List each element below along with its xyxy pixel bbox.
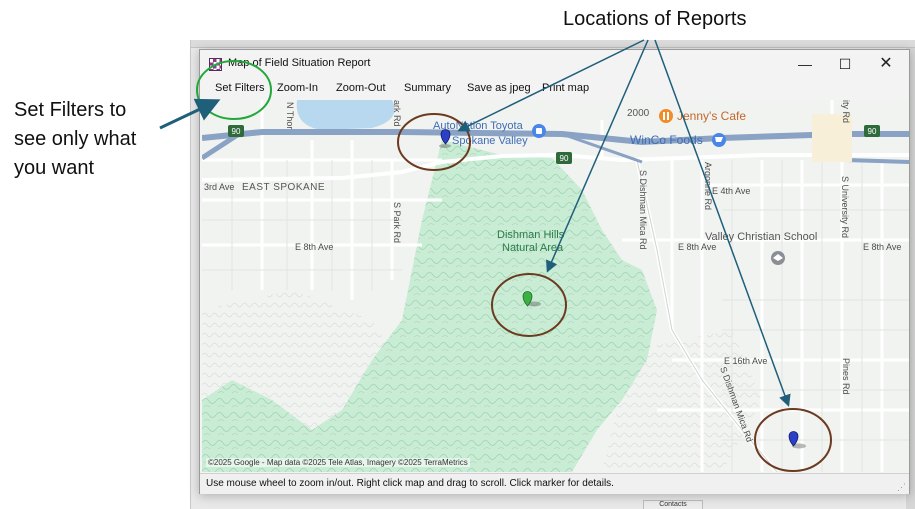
menu-bar: Set Filters Zoom-In Zoom-Out Summary Sav…: [200, 78, 909, 100]
label-natural-area: Natural Area: [502, 242, 564, 254]
status-bar: Use mouse wheel to zoom in/out. Right cl…: [200, 473, 909, 494]
label-s-park-rd: S Park Rd: [392, 202, 402, 243]
interstate-shield-left: 90: [228, 125, 244, 137]
label-dishman-hills: Dishman Hills: [497, 229, 565, 241]
window-title: Map of Field Situation Report: [228, 57, 371, 69]
label-e-8th-ave-right: E 8th Ave: [863, 242, 901, 252]
locations-of-reports-callout: Locations of Reports: [563, 8, 747, 30]
resize-grip-icon[interactable]: ⋰: [897, 482, 907, 492]
label-jennys-cafe: Jenny's Cafe: [677, 109, 746, 123]
svg-text:90: 90: [868, 127, 877, 136]
label-valley-christian: Valley Christian School: [705, 231, 817, 243]
menu-summary[interactable]: Summary: [404, 82, 451, 94]
status-text: Use mouse wheel to zoom in/out. Right cl…: [206, 478, 614, 489]
jennys-cafe-poi-icon[interactable]: [659, 109, 673, 123]
map-canvas[interactable]: 90 90 90 AutoNation Toyota Spokane Valle…: [202, 100, 909, 472]
label-s-university-rd: S University Rd: [840, 176, 850, 238]
maximize-button[interactable]: ☐: [828, 53, 862, 75]
screenshot-stage: Contacts Set Filters to see only what yo…: [0, 0, 915, 509]
minimize-button[interactable]: —: [788, 53, 822, 75]
label-park-rd-top: ark Rd: [392, 100, 402, 127]
label-argonne-rd: Argonne Rd: [703, 162, 713, 210]
label-n-thor: N Thor: [285, 102, 295, 129]
background-contacts-tab[interactable]: Contacts: [643, 500, 703, 509]
school-poi-icon[interactable]: [771, 251, 785, 265]
label-pines-rd: Pines Rd: [841, 358, 851, 395]
title-bar[interactable]: Map of Field Situation Report — ☐ ✕: [200, 50, 909, 78]
label-university-rd-top: ity Rd: [841, 100, 851, 123]
autonation-poi-icon[interactable]: [532, 124, 546, 138]
svg-text:90: 90: [232, 127, 241, 136]
label-spokane-valley: Spokane Valley: [452, 135, 528, 147]
label-2000: 2000: [627, 108, 650, 119]
label-e-8th-ave-left: E 8th Ave: [295, 242, 333, 252]
background-toolbar-strip: [191, 40, 915, 48]
svg-text:90: 90: [560, 154, 569, 163]
close-button[interactable]: ✕: [869, 53, 903, 75]
winco-cart-icon[interactable]: [712, 133, 726, 147]
label-e-8th-ave-mid: E 8th Ave: [678, 242, 716, 252]
menu-zoom-out[interactable]: Zoom-Out: [336, 82, 386, 94]
label-east-spokane: EAST SPOKANE: [242, 182, 325, 193]
menu-zoom-in[interactable]: Zoom-In: [277, 82, 318, 94]
label-e-4th-ave: E 4th Ave: [712, 186, 750, 196]
map-svg[interactable]: 90 90 90 AutoNation Toyota Spokane Valle…: [202, 100, 909, 472]
set-filters-callout: Set Filters to see only what you want: [14, 96, 184, 183]
callout-line: see only what: [14, 128, 137, 150]
menu-print-map[interactable]: Print map: [542, 82, 589, 94]
label-dishman-mica-top: S Dishman Mica Rd: [638, 170, 648, 250]
label-winco: WinCo Foods: [630, 133, 703, 147]
map-window: Map of Field Situation Report — ☐ ✕ Set …: [199, 49, 910, 494]
label-e-16th-ave: E 16th Ave: [724, 356, 767, 366]
menu-save-as-jpeg[interactable]: Save as jpeg: [467, 82, 531, 94]
label-3rd-ave: 3rd Ave: [204, 182, 234, 192]
interstate-shield-right: 90: [864, 125, 880, 137]
interstate-shield-mid: 90: [556, 152, 572, 164]
menu-set-filters[interactable]: Set Filters: [215, 82, 265, 94]
map-attribution: ©2025 Google - Map data ©2025 Tele Atlas…: [206, 458, 470, 467]
callout-line: Set Filters to: [14, 99, 127, 121]
app-checker-icon: [209, 58, 222, 71]
callout-line: you want: [14, 157, 95, 179]
